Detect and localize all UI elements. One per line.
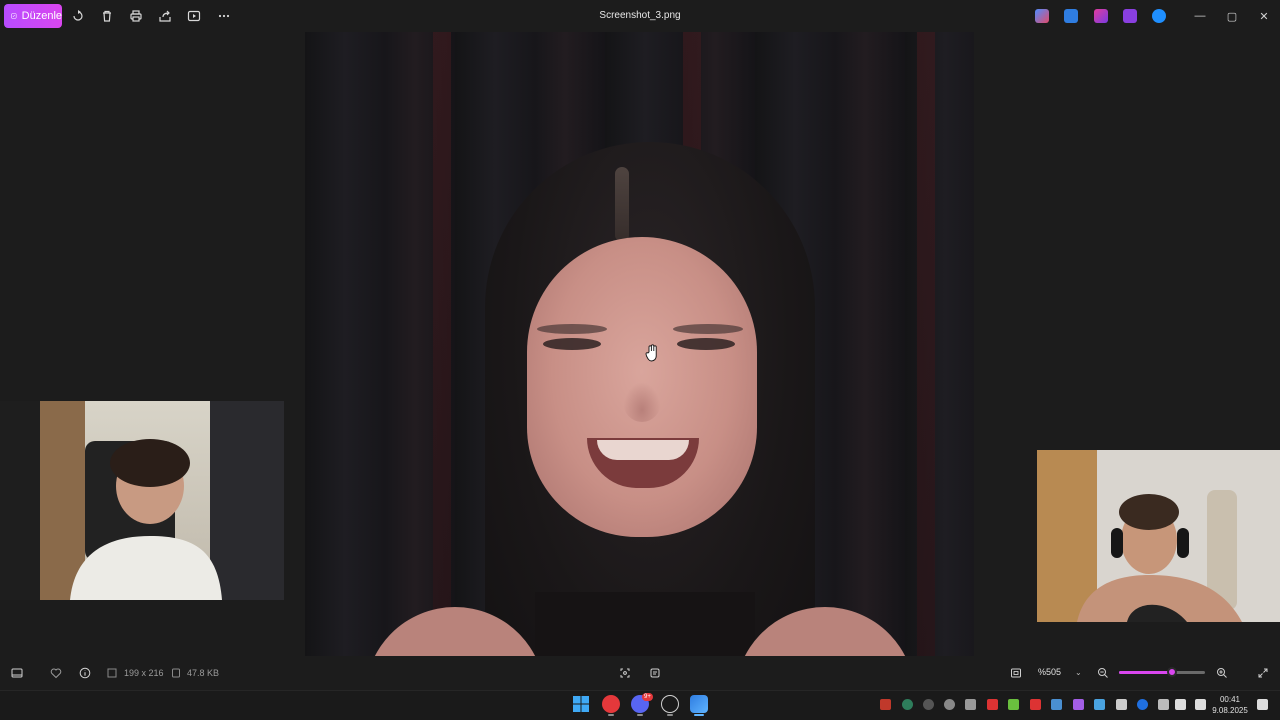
visual-search-icon[interactable] <box>648 666 662 680</box>
zoom-out-icon[interactable] <box>1096 666 1110 680</box>
network-icon[interactable] <box>1175 699 1186 710</box>
info-icon[interactable] <box>78 666 92 680</box>
zoom-level-value: %505 <box>1038 667 1062 677</box>
microphone-icon[interactable] <box>1158 699 1169 710</box>
steam-icon[interactable] <box>1051 699 1062 710</box>
usb-icon[interactable] <box>1116 699 1127 710</box>
bluetooth-icon[interactable] <box>1137 699 1148 710</box>
print-icon[interactable] <box>128 8 144 24</box>
zoom-slider[interactable] <box>1119 667 1205 677</box>
more-icon[interactable] <box>216 8 232 24</box>
tray-app-icon[interactable] <box>923 699 934 710</box>
share-icon[interactable] <box>157 8 173 24</box>
zoom-slider-thumb[interactable] <box>1167 667 1178 677</box>
restore-icon[interactable]: ▢ <box>1224 8 1240 24</box>
fullscreen-icon[interactable] <box>1256 666 1270 680</box>
filmstrip-icon[interactable] <box>10 666 24 680</box>
close-icon[interactable]: ✕ <box>1256 8 1272 24</box>
taskbar-clock[interactable]: 00:41 9.08.2025 <box>1208 694 1252 716</box>
nvidia-icon[interactable] <box>1008 699 1019 710</box>
slideshow-icon[interactable] <box>186 8 202 24</box>
onedrive-icon[interactable] <box>1152 9 1166 23</box>
tray-app-icon[interactable] <box>1094 699 1105 710</box>
volume-icon[interactable] <box>1195 699 1206 710</box>
tray-app-icon[interactable] <box>1073 699 1084 710</box>
zoom-level-dropdown[interactable]: %505 ⌄ <box>1030 663 1086 681</box>
microphone-icon[interactable] <box>987 699 998 710</box>
clipchamp-icon[interactable] <box>1123 9 1137 23</box>
displayed-photo[interactable] <box>305 32 974 656</box>
crop-view-icon[interactable] <box>618 666 632 680</box>
tray-app-icon[interactable] <box>944 699 955 710</box>
favorite-icon[interactable] <box>49 666 63 680</box>
file-size-icon <box>169 666 183 680</box>
notification-icon[interactable] <box>1257 699 1268 710</box>
edit-button-label: Düzenle <box>21 10 62 22</box>
tray-app-icon[interactable] <box>965 699 976 710</box>
hand-cursor-icon <box>645 344 657 362</box>
dimensions-icon <box>105 666 119 680</box>
copilot-icon[interactable] <box>1035 9 1049 23</box>
minimize-icon[interactable]: — <box>1192 8 1208 24</box>
webcam-overlay-left <box>0 401 284 600</box>
discord-badge: 9+ <box>642 693 653 701</box>
title-bar: Düzenle Screenshot_3.png — ▢ ✕ <box>0 0 1280 32</box>
file-size: 47.8 KB <box>187 668 220 678</box>
start-icon[interactable] <box>572 695 590 713</box>
tray-app-icon[interactable] <box>902 699 913 710</box>
clock-time: 00:41 <box>1219 695 1241 704</box>
edit-button[interactable]: Düzenle <box>4 4 62 28</box>
rotate-icon[interactable] <box>70 8 86 24</box>
app-icon[interactable] <box>661 695 679 713</box>
clock-date: 9.08.2025 <box>1212 706 1248 715</box>
zoom-slider-fill <box>1119 671 1173 674</box>
vivaldi-icon[interactable] <box>602 695 620 713</box>
edit-icon <box>11 13 17 19</box>
photos-app-window: Düzenle Screenshot_3.png — ▢ ✕ 199 x 216… <box>0 0 1280 720</box>
webcam-overlay-right <box>1037 450 1280 622</box>
paint-icon[interactable] <box>1064 9 1078 23</box>
tray-app-icon[interactable] <box>880 699 891 710</box>
photos-taskbar-icon[interactable] <box>690 695 708 713</box>
tray-app-icon[interactable] <box>1030 699 1041 710</box>
designer-icon[interactable] <box>1094 9 1108 23</box>
image-dimensions: 199 x 216 <box>124 668 164 678</box>
delete-icon[interactable] <box>99 8 115 24</box>
fit-to-window-icon[interactable] <box>1009 666 1023 680</box>
chevron-down-icon: ⌄ <box>1075 667 1082 677</box>
zoom-in-icon[interactable] <box>1215 666 1229 680</box>
